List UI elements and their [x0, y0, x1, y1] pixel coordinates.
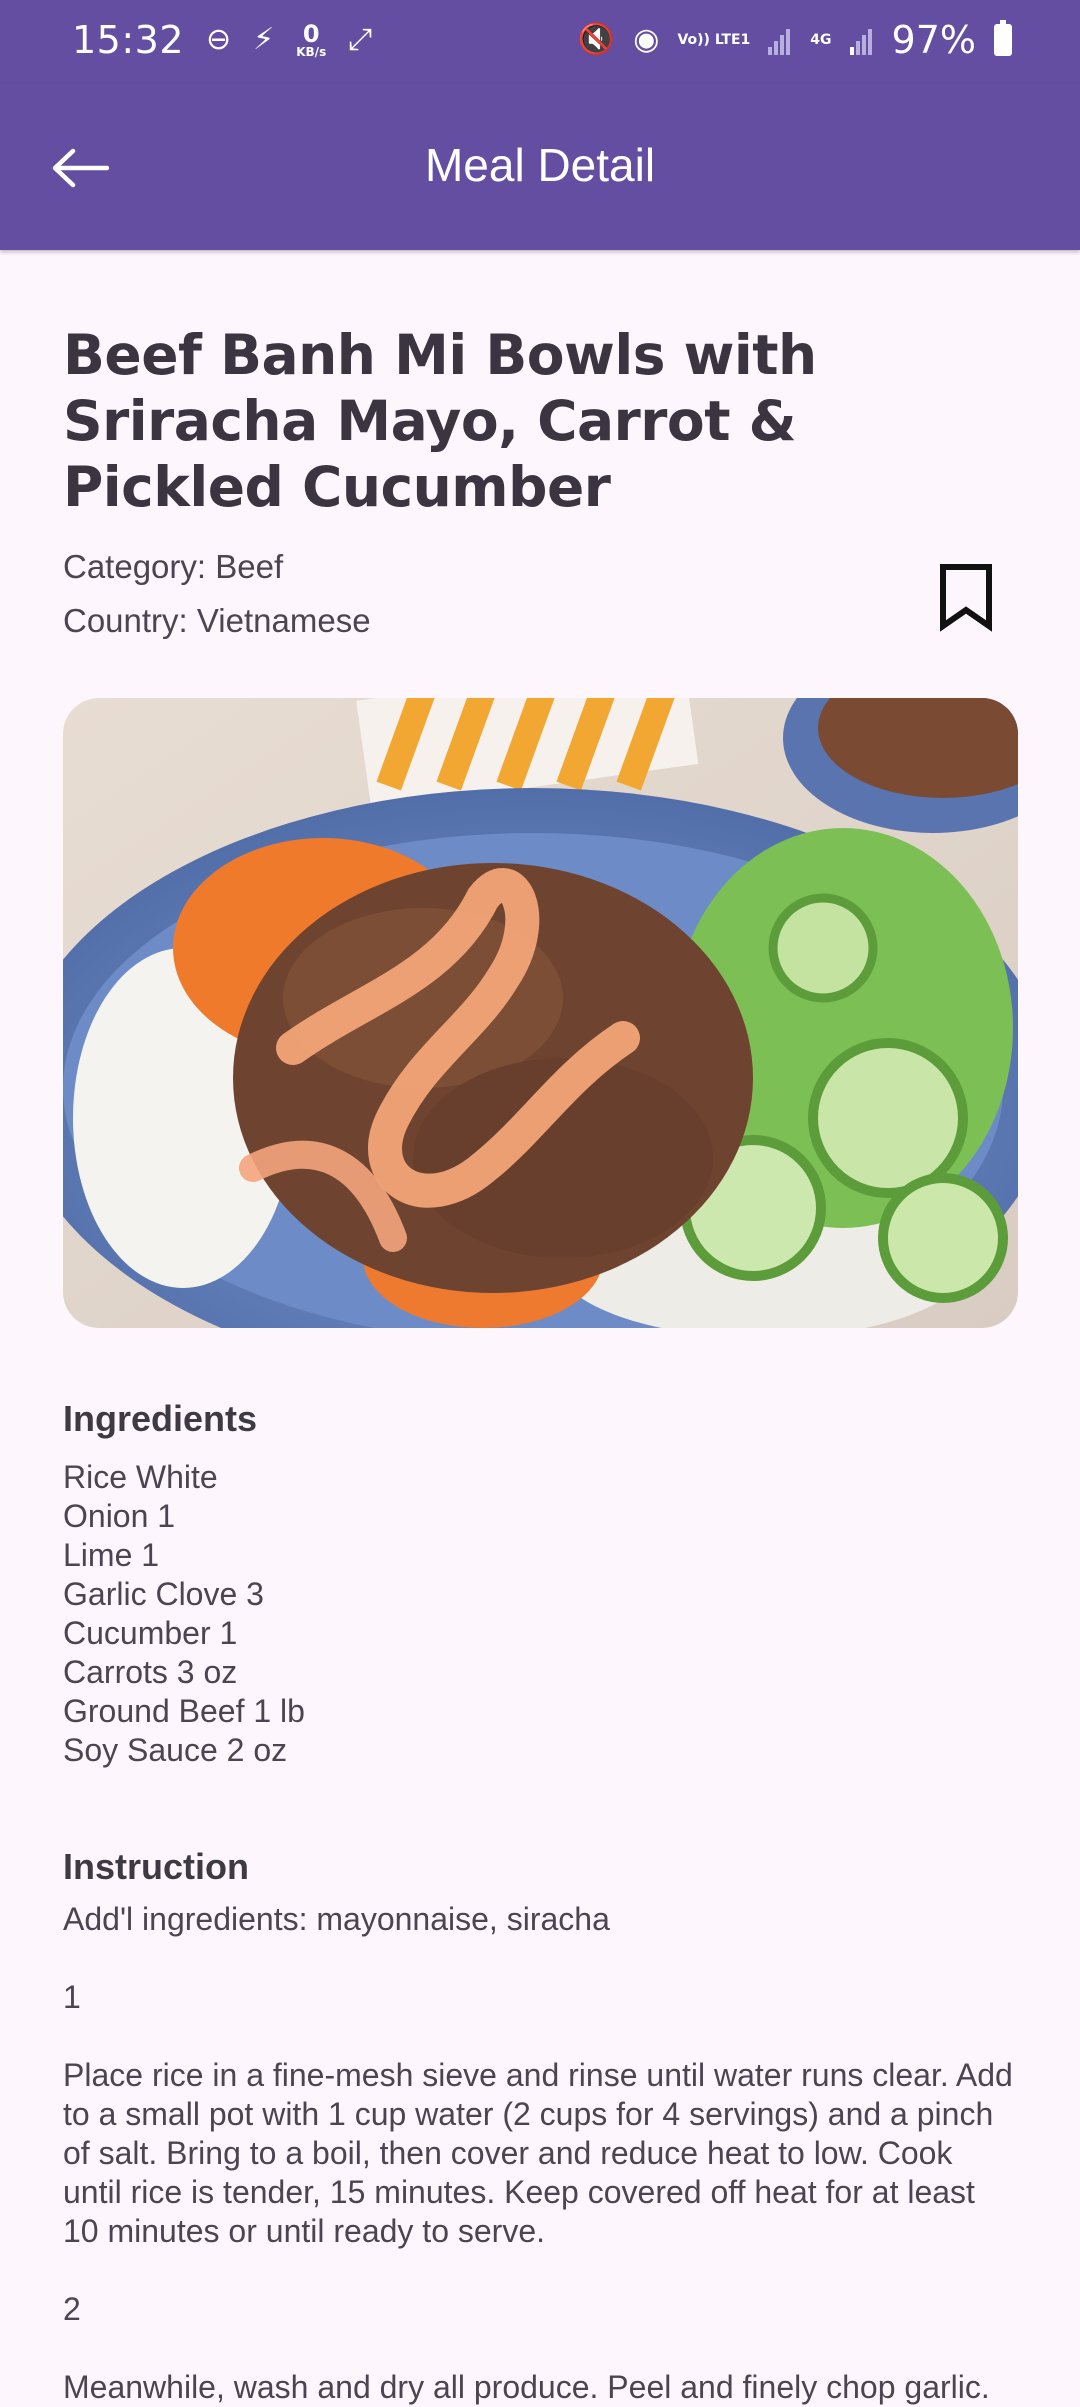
- sync-icon: ⤢: [348, 22, 373, 57]
- hotspot-icon: ◉: [633, 22, 660, 57]
- battery-icon: [994, 20, 1012, 56]
- meal-country: Country: Vietnamese: [63, 602, 371, 639]
- mute-icon: 🔇: [577, 22, 616, 57]
- page-title: Meal Detail: [424, 139, 656, 191]
- charging-bolt-icon: ⚡: [253, 22, 275, 57]
- status-bar: 15:32 ⊖ ⚡ 0 KB/s ⤢ 🔇 ◉ Vo)) LTE1 4G 97%: [0, 0, 1080, 84]
- data-speed: 0 KB/s: [296, 20, 327, 59]
- instruction-text: Add'l ingredients: mayonnaise, siracha 1…: [63, 1901, 1013, 2405]
- ingredient-item: Garlic Clove 3: [63, 1576, 264, 1612]
- volte-indicator: Vo)) LTE1: [677, 31, 751, 48]
- meal-title: Beef Banh Mi Bowls with Sriracha Mayo, C…: [63, 323, 817, 519]
- battery-percent: 97%: [891, 18, 976, 62]
- ingredients-heading: Ingredients: [63, 1398, 258, 1439]
- ingredient-item: Soy Sauce 2 oz: [63, 1732, 288, 1768]
- ingredient-item: Rice White: [63, 1459, 218, 1495]
- meal-image: [63, 698, 1018, 1328]
- status-time: 15:32: [72, 18, 185, 62]
- meal-detail-content[interactable]: Beef Banh Mi Bowls with Sriracha Mayo, C…: [63, 250, 1018, 2407]
- ingredient-item: Cucumber 1: [63, 1615, 238, 1651]
- ingredient-item: Carrots 3 oz: [63, 1654, 238, 1690]
- ingredient-item: Onion 1: [63, 1498, 176, 1534]
- ingredient-item: Lime 1: [63, 1537, 160, 1573]
- signal-icon-2: [849, 29, 872, 55]
- meal-meta: Category: Beef Country: Vietnamese: [63, 540, 1018, 660]
- meal-photo: [63, 698, 1018, 1328]
- signal-icon: [768, 29, 791, 55]
- meal-category: Category: Beef: [63, 548, 284, 585]
- ingredients-list: Rice White Onion 1 Lime 1 Garlic Clove 3…: [63, 1458, 1018, 1770]
- bookmark-outline-icon: [940, 564, 992, 632]
- do-not-disturb-icon: ⊖: [206, 22, 232, 57]
- network-type: 4G: [810, 31, 832, 48]
- bookmark-button[interactable]: [938, 562, 994, 632]
- ingredient-item: Ground Beef 1 lb: [63, 1693, 305, 1729]
- instruction-heading: Instruction: [63, 1846, 249, 1887]
- app-bar: Meal Detail: [0, 84, 1080, 250]
